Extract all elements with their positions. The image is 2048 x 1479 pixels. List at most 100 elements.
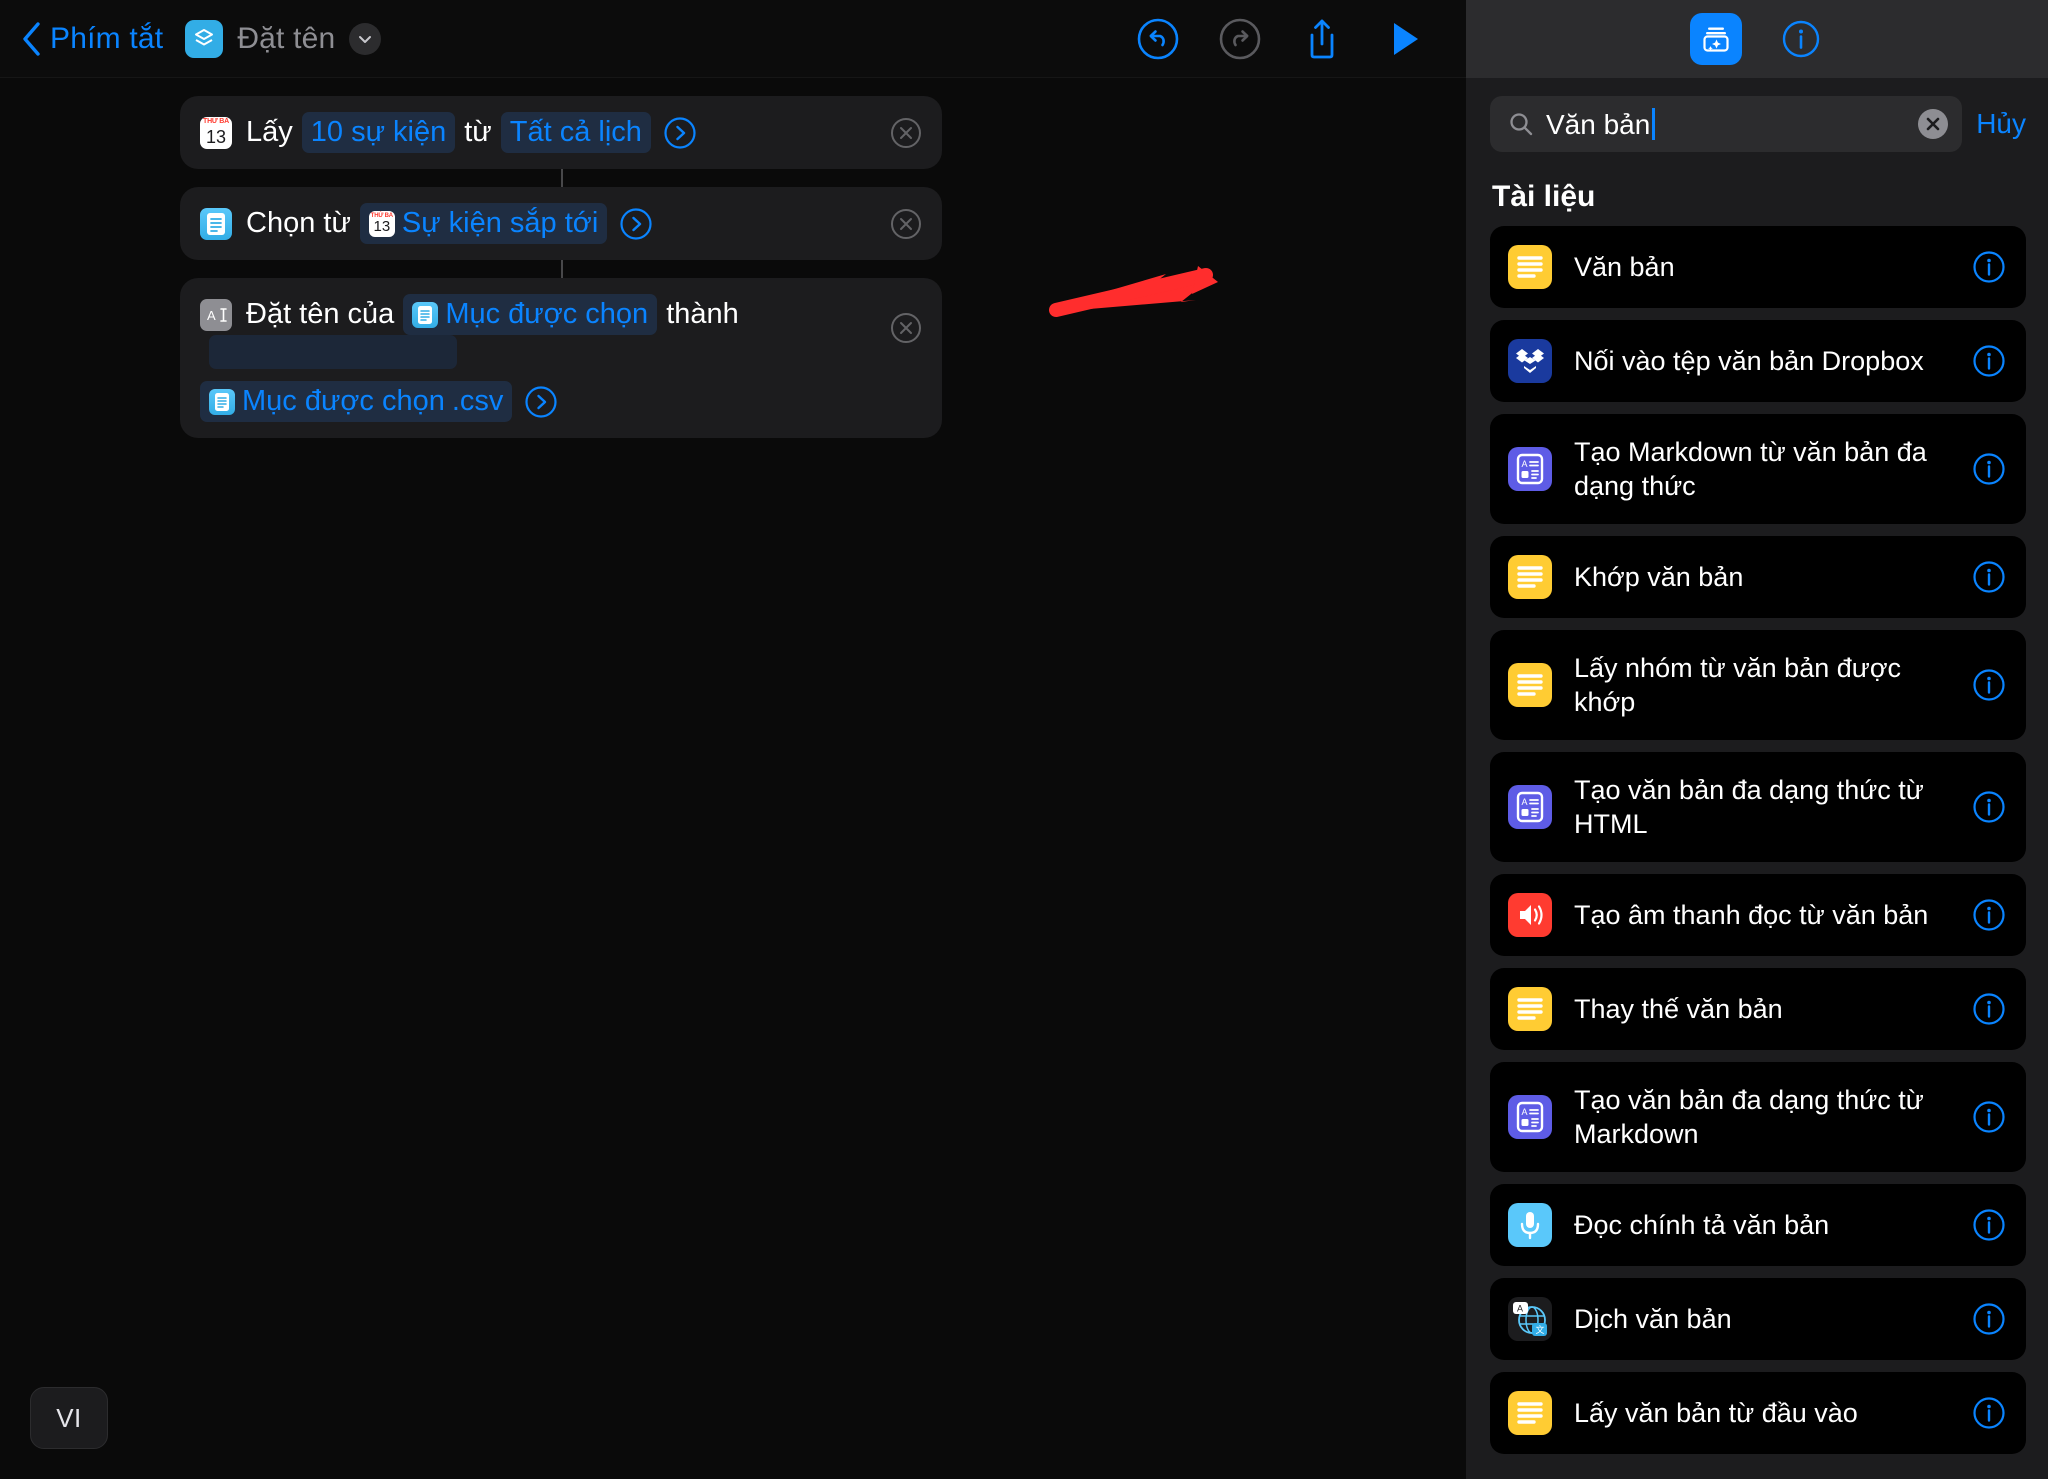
back-label[interactable]: Phím tắt [50, 22, 163, 56]
list-item-label: Lấy nhóm từ văn bản được khớp [1574, 653, 1902, 717]
info-circle-icon[interactable] [1972, 1302, 2006, 1336]
list-item[interactable]: Tạo âm thanh đọc từ văn bản [1490, 874, 2026, 956]
info-circle-icon[interactable] [1972, 560, 2006, 594]
translate-icon: A 文 [1508, 1297, 1552, 1341]
list-item-label: Văn bản [1574, 252, 1675, 282]
remove-action-icon[interactable] [890, 312, 922, 344]
info-circle-icon[interactable] [1972, 1208, 2006, 1242]
parameter-token-selected-item[interactable]: Mục được chọn .csv [200, 381, 513, 422]
share-icon[interactable] [1294, 11, 1350, 67]
undo-icon[interactable] [1130, 11, 1186, 67]
play-icon[interactable] [1376, 11, 1432, 67]
list-item[interactable]: Lấy văn bản từ đầu vào [1490, 1372, 2026, 1454]
list-item-label: Thay thế văn bản [1574, 994, 1783, 1024]
info-circle-icon[interactable] [1778, 16, 1824, 62]
action-card-rename[interactable]: A Đặt tên của Mục được chọn thành Mục đư… [180, 278, 942, 438]
svg-text:A: A [1517, 1304, 1523, 1314]
list-item[interactable]: A 文 Dịch văn bản [1490, 1278, 2026, 1360]
info-circle-icon[interactable] [1972, 1396, 2006, 1430]
calendar-icon: THỨ BA 13 [200, 116, 232, 149]
rename-icon: A [200, 298, 232, 331]
parameter-token-upcoming-events[interactable]: THỨ BA 13 Sự kiện sắp tới [359, 203, 608, 244]
info-circle-icon[interactable] [1972, 992, 2006, 1026]
file-extension-text: .csv [451, 385, 504, 417]
list-item[interactable]: A Tạo Markdown từ văn bản đa dạng thức [1490, 414, 2026, 524]
action-card-choose-from[interactable]: Chọn từ THỨ BA 13 Sự kiện sắp tới [180, 187, 942, 260]
clear-text-icon[interactable] [1918, 109, 1949, 139]
calendar-weekday: THỨ BA [203, 118, 229, 125]
svg-text:A: A [1522, 1107, 1528, 1117]
action-word: Đặt tên của [246, 298, 395, 330]
remove-action-icon[interactable] [890, 117, 922, 149]
rich-text-icon: A [1508, 1095, 1552, 1139]
remove-action-icon[interactable] [890, 208, 922, 240]
action-card-get-events[interactable]: THỨ BA 13 Lấy 10 sự kiện từ Tất cả lịch [180, 96, 942, 169]
svg-text:A: A [1522, 797, 1528, 807]
list-item-label: Nối vào tệp văn bản Dropbox [1574, 346, 1924, 376]
list-item-label: Khớp văn bản [1574, 562, 1744, 592]
results-section-title: Tài liệu [1492, 180, 1596, 213]
search-results-list[interactable]: Văn bản Nối vào tệp văn bản Dropbox A Tạ… [1466, 226, 2048, 1479]
svg-text:A: A [1522, 459, 1528, 469]
calendar-icon: THỨ BA 13 [368, 210, 395, 237]
list-item-label: Dịch văn bản [1574, 1304, 1732, 1334]
disclosure-arrow-icon[interactable] [663, 116, 697, 150]
add-action-icon[interactable] [1690, 13, 1742, 65]
svg-text:A: A [207, 308, 216, 323]
shortcuts-app-icon [185, 19, 224, 58]
list-item[interactable]: Lấy nhóm từ văn bản được khớp [1490, 630, 2026, 740]
parameter-token-calendar[interactable]: Tất cả lịch [500, 112, 651, 153]
keyboard-language-badge[interactable]: VI [30, 1387, 108, 1449]
info-circle-icon[interactable] [1972, 344, 2006, 378]
search-row: Văn bản Hủy [1466, 78, 2048, 166]
cancel-search-button[interactable]: Hủy [1976, 108, 2026, 140]
redo-icon[interactable] [1212, 11, 1268, 67]
list-item[interactable]: A Tạo văn bản đa dạng thức từ HTML [1490, 752, 2026, 862]
action-word: Chọn từ [246, 207, 351, 239]
action-word: Lấy [246, 116, 293, 148]
dropbox-icon [1508, 339, 1552, 383]
action-list: THỨ BA 13 Lấy 10 sự kiện từ Tất cả lịch [180, 96, 942, 438]
keyboard-language-label: VI [56, 1402, 82, 1433]
info-circle-icon[interactable] [1972, 898, 2006, 932]
list-item-label: Tạo văn bản đa dạng thức từ Markdown [1574, 1085, 1924, 1149]
info-circle-icon[interactable] [1972, 1100, 2006, 1134]
action-library-panel: Văn bản Hủy Tài liệu Văn bản Nối vào tệp… [1466, 0, 2048, 1479]
speaker-icon [1508, 893, 1552, 937]
list-item-label: Tạo âm thanh đọc từ văn bản [1574, 900, 1929, 930]
list-icon [412, 301, 439, 328]
calendar-day: 13 [373, 217, 391, 235]
info-circle-icon[interactable] [1972, 668, 2006, 702]
parameter-token-selected-item[interactable]: Mục được chọn [403, 294, 658, 335]
info-circle-icon[interactable] [1972, 790, 2006, 824]
chevron-down-icon[interactable] [349, 22, 382, 55]
text-lines-icon [1508, 987, 1552, 1031]
page-title: Đặt tên [237, 21, 336, 55]
list-item[interactable]: Đọc chính tả văn bản [1490, 1184, 2026, 1266]
chevron-left-icon[interactable] [18, 19, 44, 59]
info-circle-icon[interactable] [1972, 250, 2006, 284]
list-icon [200, 207, 232, 240]
text-cursor [1652, 107, 1656, 140]
disclosure-arrow-icon[interactable] [524, 385, 558, 419]
svg-text:文: 文 [1536, 1324, 1545, 1336]
action-word: từ [464, 116, 492, 148]
text-lines-icon [1508, 1391, 1552, 1435]
list-item-label: Tạo văn bản đa dạng thức từ HTML [1574, 775, 1924, 839]
list-item[interactable]: Nối vào tệp văn bản Dropbox [1490, 320, 2026, 402]
search-input[interactable]: Văn bản [1490, 96, 1963, 152]
list-item[interactable]: A Tạo văn bản đa dạng thức từ Markdown [1490, 1062, 2026, 1172]
info-circle-icon[interactable] [1972, 452, 2006, 486]
new-name-input[interactable] [209, 335, 457, 369]
text-lines-icon [1508, 245, 1552, 289]
list-item-label: Đọc chính tả văn bản [1574, 1210, 1830, 1240]
disclosure-arrow-icon[interactable] [619, 207, 653, 241]
list-item[interactable]: Văn bản [1490, 226, 2026, 308]
shortcut-editor-pane: Phím tắt Đặt tên THỨ BA 13 Lấy 10 sự kiệ… [0, 0, 1466, 1479]
list-item[interactable]: Khớp văn bản [1490, 536, 2026, 618]
panel-header [1466, 0, 2048, 78]
parameter-token-count[interactable]: 10 sự kiện [301, 112, 456, 153]
text-lines-icon [1508, 663, 1552, 707]
list-item[interactable]: Thay thế văn bản [1490, 968, 2026, 1050]
search-value-text: Văn bản [1546, 108, 1651, 140]
